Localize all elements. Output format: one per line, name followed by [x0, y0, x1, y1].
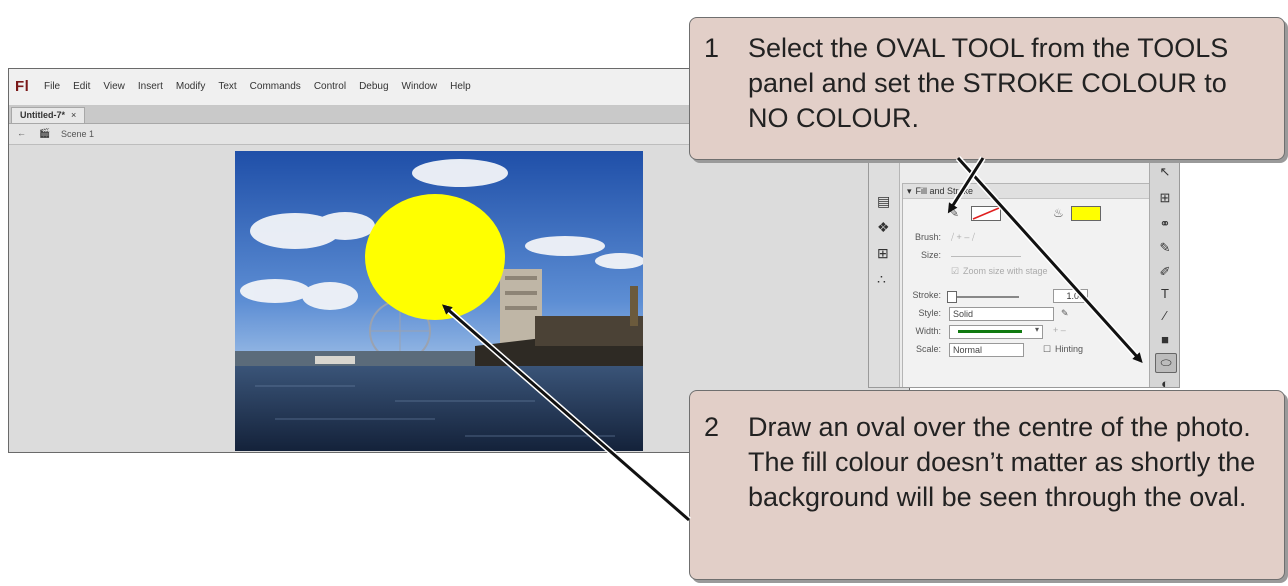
color-row: ✎ ♨	[903, 204, 1150, 224]
pencil-tool-icon[interactable]: ✐	[1155, 263, 1175, 281]
width-options-icon[interactable]: + –	[1053, 325, 1066, 335]
line-tool-icon[interactable]: ∕	[1155, 307, 1175, 325]
step-2-number: 2	[704, 412, 720, 442]
swatches-icon[interactable]: ∴	[877, 271, 886, 288]
stroke-value-input[interactable]: 1.00	[1053, 289, 1088, 303]
scale-label: Scale:	[915, 344, 941, 354]
rectangle-tool-icon[interactable]: ■	[1155, 331, 1175, 349]
london-photo-image	[235, 151, 643, 451]
menu-view[interactable]: View	[103, 81, 125, 92]
clapperboard-icon: 🎬	[39, 128, 51, 138]
menu-file[interactable]: File	[44, 81, 60, 92]
stage-photo[interactable]	[235, 151, 643, 451]
eyedropper-icon[interactable]: ✎	[1061, 308, 1069, 319]
info-icon[interactable]: ❖	[877, 219, 890, 236]
width-profile-dropdown[interactable]: ▾	[949, 325, 1043, 339]
stroke-slider[interactable]	[949, 296, 1019, 298]
menu-insert[interactable]: Insert	[138, 81, 163, 92]
primitive-tool-icon[interactable]: ◐	[1155, 375, 1175, 387]
panel-icon-strip: ▤ ❖ ⊞ ∴	[869, 121, 900, 387]
size-label: Size:	[920, 250, 941, 260]
scale-dropdown[interactable]: Normal	[949, 343, 1024, 357]
menu-edit[interactable]: Edit	[73, 81, 90, 92]
menu-control[interactable]: Control	[314, 81, 346, 92]
section-title: Fill and Stroke	[915, 186, 974, 196]
zoom-checkbox-label: Zoom size with stage	[963, 266, 1048, 276]
section-header[interactable]: ▾ Fill and Stroke	[903, 184, 1150, 199]
scene-label: Scene 1	[61, 129, 95, 139]
step-1-text: Select the OVAL TOOL from the TOOLS pane…	[748, 33, 1229, 133]
zoom-checkbox[interactable]: ☑	[951, 266, 959, 277]
hinting-label: Hinting	[1055, 344, 1084, 354]
document-tab-title: Untitled-7*	[20, 110, 65, 120]
menu-debug[interactable]: Debug	[359, 81, 388, 92]
menu-text[interactable]: Text	[218, 81, 236, 92]
size-dot-icon: ●	[1043, 251, 1049, 261]
app-logo: Fl	[15, 78, 30, 95]
menu-commands[interactable]: Commands	[250, 81, 301, 92]
callout-step-1: 1 Select the OVAL TOOL from the TOOLS pa…	[689, 17, 1285, 160]
oval-tool-icon[interactable]: ⬭	[1155, 353, 1177, 373]
menu-help[interactable]: Help	[450, 81, 471, 92]
width-label: Width:	[915, 326, 941, 336]
back-arrow-icon[interactable]: ←	[17, 128, 26, 138]
chevron-down-icon: ▾	[1034, 325, 1039, 334]
align-icon[interactable]: ▤	[877, 193, 890, 210]
brush-label: Brush:	[914, 232, 941, 242]
tools-panel: ↖ ⊞ ⚭ ✎ ✐ T ∕ ■ ⬭ ◐	[1149, 121, 1179, 387]
stroke-label: Stroke:	[912, 290, 941, 300]
text-tool-icon[interactable]: T	[1155, 285, 1175, 303]
style-dropdown[interactable]: Solid	[949, 307, 1054, 321]
hinting-checkbox[interactable]: ☐	[1043, 344, 1051, 355]
paint-bucket-icon: ♨	[1053, 206, 1064, 220]
yellow-oval-shape[interactable]	[365, 194, 505, 320]
menu-modify[interactable]: Modify	[176, 81, 205, 92]
fill-color-swatch[interactable]	[1071, 206, 1101, 221]
properties-panel-area: ▤ ❖ ⊞ ∴ ▾ Fill and Stroke ✎ ♨ Brush: ⧸ + …	[868, 120, 1180, 388]
stroke-slider-thumb[interactable]	[947, 291, 957, 303]
size-slider[interactable]	[951, 256, 1021, 257]
width-line-preview	[958, 330, 1022, 333]
fill-and-stroke-panel: ▾ Fill and Stroke ✎ ♨ Brush: ⧸ + – ⧸ Size…	[902, 183, 1151, 387]
collapse-triangle-icon[interactable]: ▾	[907, 186, 912, 196]
brush-options-icon[interactable]: ⧸ + – ⧸	[951, 232, 975, 243]
stroke-color-swatch[interactable]	[971, 206, 1001, 221]
document-tab[interactable]: Untitled-7* ×	[11, 107, 86, 123]
pen-tool-icon[interactable]: ✎	[1155, 239, 1175, 257]
close-icon[interactable]: ×	[71, 110, 76, 120]
free-transform-tool-icon[interactable]: ⊞	[1155, 189, 1175, 207]
step-1-number: 1	[704, 33, 720, 63]
pencil-icon: ✎	[949, 206, 960, 220]
menu-window[interactable]: Window	[402, 81, 438, 92]
style-label: Style:	[918, 308, 941, 318]
selection-tool-icon[interactable]: ↖	[1155, 163, 1175, 181]
menu-list: File Edit View Insert Modify Text Comman…	[44, 81, 471, 92]
step-2-text: Draw an oval over the centre of the phot…	[748, 412, 1256, 512]
callout-step-2: 2 Draw an oval over the centre of the ph…	[689, 390, 1285, 580]
transform-icon[interactable]: ⊞	[877, 245, 889, 262]
lasso-tool-icon[interactable]: ⚭	[1155, 215, 1175, 233]
